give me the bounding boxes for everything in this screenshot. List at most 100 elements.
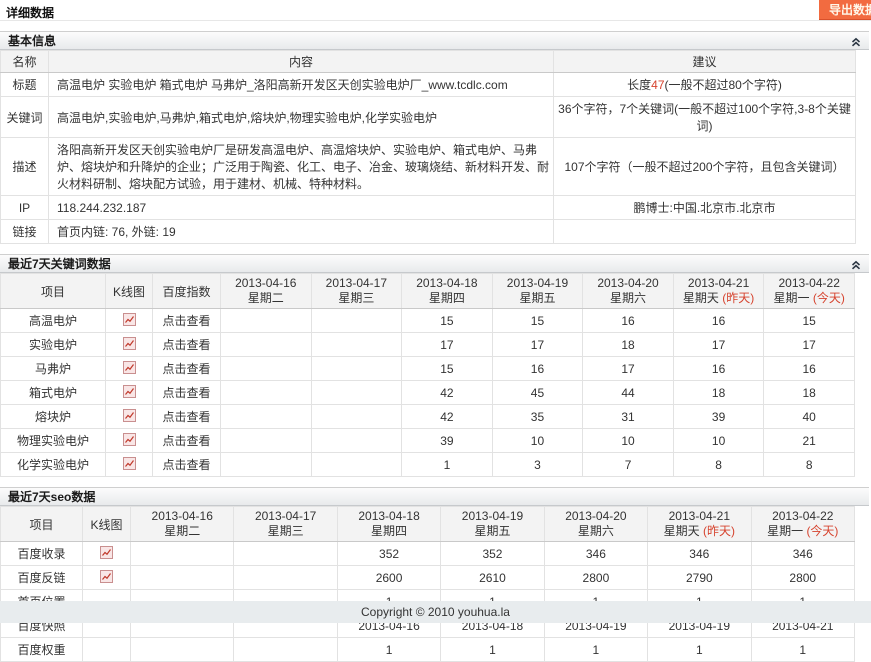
kline-chart-icon[interactable] bbox=[122, 456, 136, 470]
kline-chart-icon[interactable] bbox=[100, 545, 113, 559]
basic-row-advice: 36个字符，7个关键词(一般不超过100个字符,3-8个关键词) bbox=[553, 96, 856, 138]
value-cell bbox=[310, 380, 403, 405]
date-column-header: 2013-04-19 星期五 bbox=[440, 506, 545, 542]
value-cell: 17 bbox=[582, 356, 674, 381]
date-column-header: 2013-04-19 星期五 bbox=[491, 273, 584, 309]
baidu-index-view-link[interactable]: 点击查看 bbox=[162, 410, 210, 424]
basic-row-name: 关键词 bbox=[0, 96, 49, 138]
column-header-item: 项目 bbox=[0, 506, 83, 542]
kline-chart-icon[interactable] bbox=[122, 408, 136, 422]
value-cell: 8 bbox=[763, 452, 855, 477]
table-row: 百度收录 352 352 346 346 346 bbox=[0, 541, 856, 566]
table-row: 马弗炉 点击查看 15 16 17 16 16 bbox=[0, 356, 855, 381]
kline-chart-icon[interactable] bbox=[122, 360, 136, 374]
table-row: 实验电炉 点击查看 17 17 18 17 17 bbox=[0, 332, 855, 357]
value-cell: 45 bbox=[491, 380, 584, 405]
baidu-index-view-link[interactable]: 点击查看 bbox=[162, 458, 210, 472]
value-cell bbox=[310, 452, 403, 477]
column-header-item: 项目 bbox=[0, 273, 106, 309]
value-cell bbox=[220, 332, 312, 357]
value-cell: 17 bbox=[401, 332, 493, 357]
value-cell: 1 bbox=[647, 637, 752, 662]
value-cell bbox=[220, 452, 312, 477]
baidu-index-cell: 点击查看 bbox=[152, 308, 221, 333]
baidu-index-view-link[interactable]: 点击查看 bbox=[162, 338, 210, 352]
value-cell: 35 bbox=[491, 404, 584, 429]
value-cell bbox=[310, 308, 403, 333]
basic-row-content: 高温电炉 实验电炉 箱式电炉 马弗炉_洛阳高新开发区天创实验电炉厂_www.tc… bbox=[48, 72, 554, 97]
collapse-icon[interactable] bbox=[850, 258, 862, 270]
value-cell: 39 bbox=[672, 404, 765, 429]
kline-cell bbox=[105, 380, 153, 405]
value-cell: 16 bbox=[491, 356, 584, 381]
kline-chart-icon[interactable] bbox=[122, 384, 136, 398]
value-cell: 18 bbox=[763, 380, 855, 405]
value-cell bbox=[233, 541, 338, 566]
seo-data-section: 最近7天seo数据 项目 K线图 2013-04-16 星期二 2013-04-… bbox=[0, 487, 869, 662]
value-cell: 18 bbox=[582, 332, 674, 357]
date-column-header: 2013-04-21 星期天 (昨天) bbox=[672, 273, 765, 309]
value-cell: 8 bbox=[672, 452, 765, 477]
value-cell: 346 bbox=[750, 541, 856, 566]
date-column-header: 2013-04-18 星期四 bbox=[336, 506, 442, 542]
kline-chart-icon[interactable] bbox=[122, 312, 136, 326]
table-row: 标题 高温电炉 实验电炉 箱式电炉 马弗炉_洛阳高新开发区天创实验电炉厂_www… bbox=[0, 72, 856, 97]
baidu-index-view-link[interactable]: 点击查看 bbox=[162, 434, 210, 448]
collapse-icon[interactable] bbox=[850, 35, 862, 47]
value-cell: 44 bbox=[582, 380, 674, 405]
value-cell: 17 bbox=[763, 332, 855, 357]
basic-info-section-title: 基本信息 bbox=[8, 34, 57, 48]
date-column-header: 2013-04-20 星期六 bbox=[543, 506, 649, 542]
kline-cell bbox=[105, 356, 153, 381]
baidu-index-cell: 点击查看 bbox=[152, 404, 221, 429]
kline-cell bbox=[105, 332, 153, 357]
value-cell: 2600 bbox=[336, 565, 442, 590]
date-column-header: 2013-04-18 星期四 bbox=[401, 273, 493, 309]
table-row: 链接 首页内链: 76, 外链: 19 bbox=[0, 219, 856, 244]
date-column-header: 2013-04-21 星期天 (昨天) bbox=[647, 506, 752, 542]
baidu-index-view-link[interactable]: 点击查看 bbox=[162, 362, 210, 376]
export-data-button[interactable]: 导出数据 bbox=[818, 0, 871, 20]
value-cell: 3 bbox=[491, 452, 584, 477]
basic-row-advice: 107个字符（一般不超过200个字符，且包含关键词） bbox=[553, 137, 856, 196]
top-bar: 详细数据 导出数据 bbox=[0, 0, 871, 21]
value-cell bbox=[129, 541, 235, 566]
value-cell: 1 bbox=[543, 637, 649, 662]
keyword-label: 箱式电炉 bbox=[0, 380, 106, 405]
value-cell: 1 bbox=[401, 452, 493, 477]
basic-row-advice bbox=[553, 219, 856, 244]
value-cell: 1 bbox=[440, 637, 545, 662]
value-cell: 352 bbox=[440, 541, 545, 566]
value-cell: 16 bbox=[672, 308, 765, 333]
value-cell bbox=[220, 356, 312, 381]
table-row: 物理实验电炉 点击查看 39 10 10 10 21 bbox=[0, 428, 855, 453]
table-row: 百度权重 1 1 1 1 1 bbox=[0, 637, 856, 662]
column-header-name: 名称 bbox=[0, 50, 49, 73]
kline-chart-icon[interactable] bbox=[122, 336, 136, 350]
baidu-index-view-link[interactable]: 点击查看 bbox=[162, 314, 210, 328]
baidu-index-cell: 点击查看 bbox=[152, 380, 221, 405]
keyword-data-table: 项目 K线图 百度指数 2013-04-16 星期二 2013-04-17 星期… bbox=[0, 273, 855, 477]
table-row: 熔块炉 点击查看 42 35 31 39 40 bbox=[0, 404, 855, 429]
page-title: 详细数据 bbox=[6, 6, 55, 20]
kline-cell bbox=[82, 541, 131, 566]
value-cell bbox=[220, 380, 312, 405]
column-header-kline: K线图 bbox=[82, 506, 131, 542]
value-cell: 1 bbox=[336, 637, 442, 662]
kline-cell bbox=[82, 637, 131, 662]
basic-row-content: 洛阳高新开发区天创实验电炉厂是研发高温电炉、高温熔块炉、实验电炉、箱式电炉、马弗… bbox=[48, 137, 554, 196]
basic-info-section: 基本信息 名称 内容 建议 标题 高温电炉 实验电炉 箱式电炉 马弗炉_洛阳高新… bbox=[0, 31, 869, 244]
kline-chart-icon[interactable] bbox=[100, 569, 113, 583]
value-cell: 17 bbox=[491, 332, 584, 357]
baidu-index-view-link[interactable]: 点击查看 bbox=[162, 386, 210, 400]
table-row: 高温电炉 点击查看 15 15 16 16 15 bbox=[0, 308, 855, 333]
value-cell: 16 bbox=[672, 356, 765, 381]
column-header-content: 内容 bbox=[48, 50, 554, 73]
table-row: 描述 洛阳高新开发区天创实验电炉厂是研发高温电炉、高温熔块炉、实验电炉、箱式电炉… bbox=[0, 137, 856, 196]
kline-chart-icon[interactable] bbox=[122, 432, 136, 446]
value-cell: 40 bbox=[763, 404, 855, 429]
kline-cell bbox=[105, 452, 153, 477]
basic-row-content: 高温电炉,实验电炉,马弗炉,箱式电炉,熔块炉,物理实验电炉,化学实验电炉 bbox=[48, 96, 554, 138]
value-cell bbox=[129, 565, 235, 590]
keyword-label: 高温电炉 bbox=[0, 308, 106, 333]
